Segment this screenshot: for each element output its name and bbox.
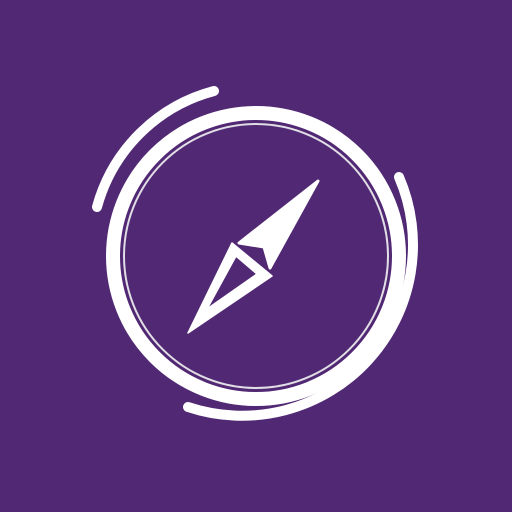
compass-app-icon <box>0 0 512 512</box>
compass-icon <box>0 0 512 512</box>
icon-background <box>0 0 512 512</box>
